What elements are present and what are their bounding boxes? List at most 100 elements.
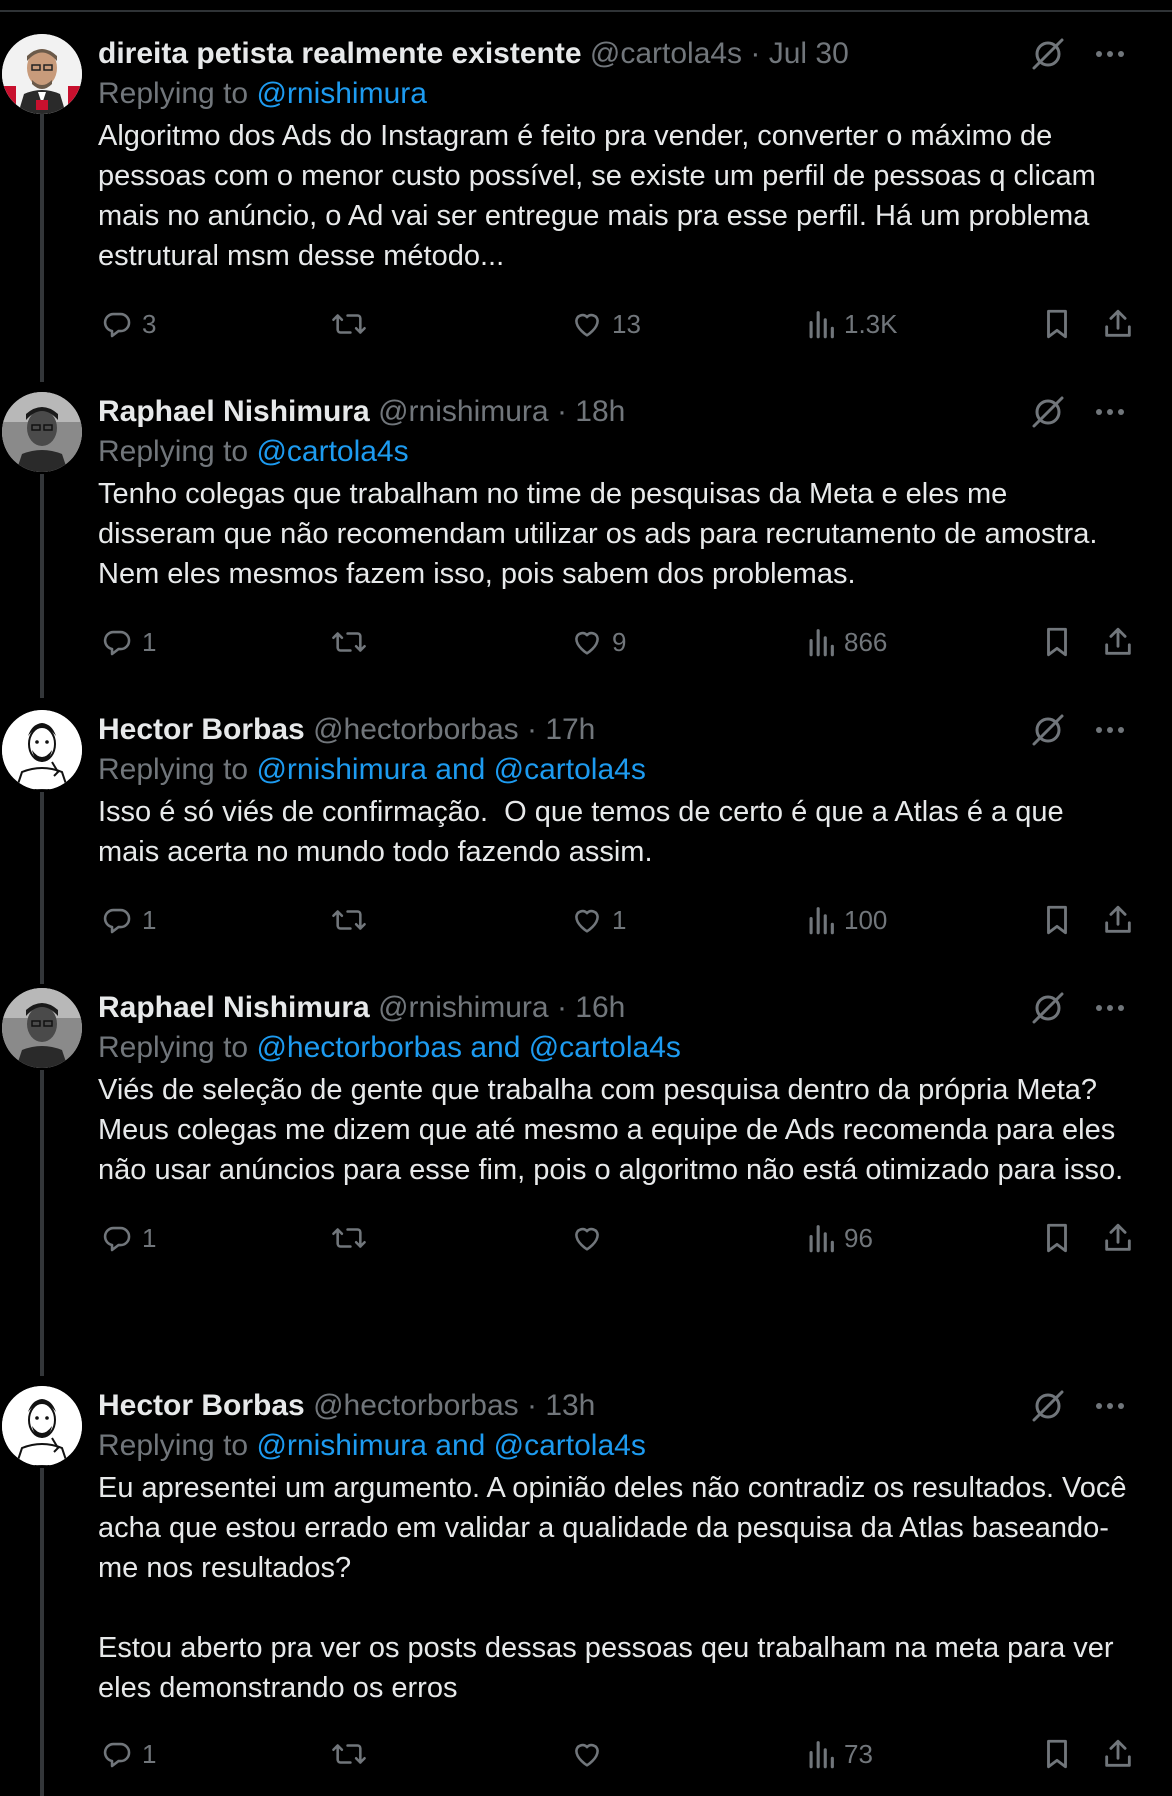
action-bar: 1 73	[98, 1734, 1131, 1774]
bookmark-button[interactable]	[1042, 1218, 1072, 1258]
grok-icon[interactable]	[1028, 710, 1068, 750]
retweet-button[interactable]	[330, 622, 376, 662]
mention-link[interactable]: @rnishimura and @cartola4s	[256, 753, 645, 786]
thread-line	[40, 792, 44, 984]
thread-line	[40, 1070, 44, 1376]
avatar[interactable]	[2, 392, 82, 472]
views-button[interactable]: 866	[806, 622, 887, 662]
views-icon	[806, 625, 836, 659]
share-button[interactable]	[1102, 1734, 1134, 1774]
tweet-text: Viés de seleção de gente que trabalha co…	[98, 1074, 1124, 1186]
like-icon	[570, 625, 604, 659]
share-button[interactable]	[1102, 900, 1134, 940]
handle[interactable]: @cartola4s	[590, 37, 742, 70]
reply-button[interactable]: 1	[100, 1734, 156, 1774]
mention-link[interactable]: @rnishimura	[256, 77, 427, 110]
more-icon[interactable]	[1090, 988, 1130, 1028]
share-button[interactable]	[1102, 622, 1134, 662]
mention-link[interactable]: @rnishimura and @cartola4s	[256, 1429, 645, 1462]
views-button[interactable]: 1.3K	[806, 304, 898, 344]
retweet-button[interactable]	[330, 1734, 376, 1774]
reply-button[interactable]: 3	[100, 304, 156, 344]
more-icon[interactable]	[1090, 1386, 1130, 1426]
like-button[interactable]: 13	[570, 304, 641, 344]
reply-button[interactable]: 1	[100, 1218, 156, 1258]
views-button[interactable]: 73	[806, 1734, 873, 1774]
display-name[interactable]: Hector Borbas	[98, 713, 305, 746]
bookmark-button[interactable]	[1042, 900, 1072, 940]
grok-icon[interactable]	[1028, 1386, 1068, 1426]
mention-link[interactable]: @hectorborbas and @cartola4s	[256, 1031, 680, 1064]
retweet-button[interactable]	[330, 304, 376, 344]
reply-icon	[100, 307, 134, 341]
views-button[interactable]: 100	[806, 900, 887, 940]
separator-dot: ·	[750, 37, 761, 70]
tweet-content: Raphael Nishimura @rnishimura · 16h Repl…	[98, 988, 1131, 1258]
grok-icon[interactable]	[1028, 988, 1068, 1028]
like-button[interactable]: 9	[570, 622, 626, 662]
header-icons	[1028, 392, 1130, 432]
mention-link[interactable]: @cartola4s	[256, 435, 408, 468]
like-button[interactable]	[570, 1218, 612, 1258]
display-name[interactable]: direita petista realmente existente	[98, 37, 582, 70]
reply-button[interactable]: 1	[100, 900, 156, 940]
avatar[interactable]	[2, 988, 82, 1068]
handle[interactable]: @hectorborbas	[313, 713, 519, 746]
bookmark-button[interactable]	[1042, 1734, 1072, 1774]
display-name[interactable]: Raphael Nishimura	[98, 991, 370, 1024]
reply-icon	[100, 625, 134, 659]
grok-icon[interactable]	[1028, 392, 1068, 432]
replying-to: Replying to @rnishimura and @cartola4s	[98, 1426, 1130, 1466]
replying-to-label: Replying to	[98, 1031, 249, 1064]
more-icon[interactable]	[1090, 34, 1130, 74]
reply-count: 1	[142, 1222, 157, 1253]
timestamp[interactable]: 16h	[575, 991, 625, 1024]
separator-dot: ·	[526, 713, 537, 746]
like-icon	[570, 1221, 604, 1255]
more-icon[interactable]	[1090, 392, 1130, 432]
avatar[interactable]	[2, 710, 82, 790]
handle[interactable]: @rnishimura	[378, 395, 549, 428]
like-count: 9	[612, 626, 627, 657]
more-icon[interactable]	[1090, 710, 1130, 750]
handle[interactable]: @hectorborbas	[313, 1389, 519, 1422]
share-icon	[1102, 1221, 1134, 1255]
retweet-button[interactable]	[330, 900, 376, 940]
timestamp[interactable]: 18h	[575, 395, 625, 428]
bookmark-icon	[1042, 1221, 1072, 1255]
grok-icon[interactable]	[1028, 34, 1068, 74]
timestamp[interactable]: 13h	[545, 1389, 595, 1422]
like-button[interactable]: 1	[570, 900, 626, 940]
replying-to: Replying to @cartola4s	[98, 432, 1130, 472]
display-name[interactable]: Raphael Nishimura	[98, 395, 370, 428]
thread-line	[40, 474, 44, 698]
avatar[interactable]	[2, 1386, 82, 1466]
tweet-content: Hector Borbas @hectorborbas · 17h Replyi…	[98, 710, 1131, 940]
retweet-button[interactable]	[330, 1218, 376, 1258]
like-button[interactable]	[570, 1734, 612, 1774]
replying-to-label: Replying to	[98, 753, 249, 786]
bookmark-button[interactable]	[1042, 304, 1072, 344]
share-icon	[1102, 903, 1134, 937]
tweet-content: direita petista realmente existente @car…	[98, 34, 1131, 344]
timestamp[interactable]: 17h	[545, 713, 595, 746]
tweet-content: Raphael Nishimura @rnishimura · 18h Repl…	[98, 392, 1131, 662]
like-icon	[570, 307, 604, 341]
share-button[interactable]	[1102, 1218, 1134, 1258]
reply-button[interactable]: 1	[100, 622, 156, 662]
top-divider	[0, 10, 1172, 12]
tweet-header: Raphael Nishimura @rnishimura · 16h	[98, 988, 1130, 1028]
share-button[interactable]	[1102, 304, 1134, 344]
bookmark-button[interactable]	[1042, 622, 1072, 662]
retweet-icon	[330, 903, 368, 937]
handle[interactable]: @rnishimura	[378, 991, 549, 1024]
reply-icon	[100, 903, 134, 937]
separator-dot: ·	[556, 991, 567, 1024]
reply-icon	[100, 1737, 134, 1771]
views-button[interactable]: 96	[806, 1218, 873, 1258]
separator-dot: ·	[556, 395, 567, 428]
avatar[interactable]	[2, 34, 82, 114]
timestamp[interactable]: Jul 30	[769, 37, 849, 70]
display-name[interactable]: Hector Borbas	[98, 1389, 305, 1422]
retweet-icon	[330, 1737, 368, 1771]
